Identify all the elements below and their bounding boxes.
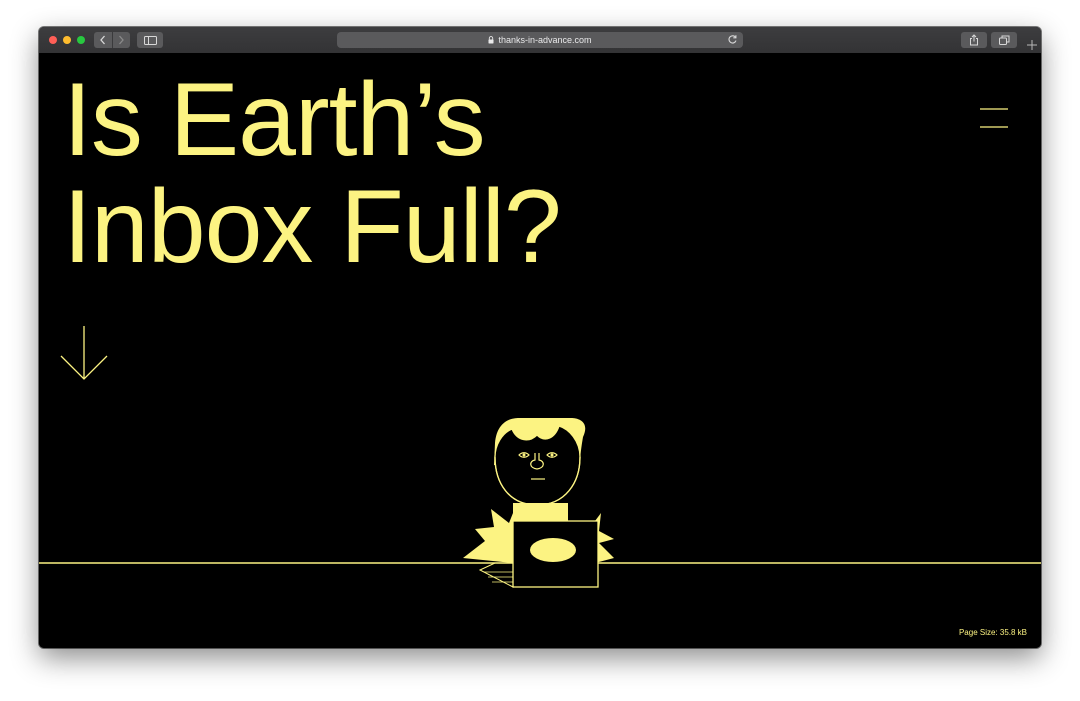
show-tabs-button[interactable] [991, 32, 1017, 48]
maximize-window-button[interactable] [77, 36, 85, 44]
reload-icon[interactable] [727, 34, 738, 47]
navigation-buttons [94, 32, 130, 48]
browser-toolbar: thanks-in-advance.com [39, 27, 1041, 54]
address-bar[interactable]: thanks-in-advance.com [337, 32, 743, 48]
new-tab-button[interactable] [1023, 34, 1041, 54]
back-button[interactable] [94, 32, 112, 48]
tabs-icon [998, 35, 1009, 45]
minimize-window-button[interactable] [63, 36, 71, 44]
url-text: thanks-in-advance.com [498, 35, 592, 45]
lock-icon [488, 36, 494, 44]
sidebar-toggle-button[interactable] [137, 32, 163, 48]
page-content: Is Earth’s Inbox Full? Page Size: 35.8 k… [39, 53, 1041, 648]
close-window-button[interactable] [49, 36, 57, 44]
new-tab-icon [1027, 40, 1037, 50]
character-illustration [39, 418, 1041, 588]
page-size-label: Page Size: 35.8 kB [958, 628, 1027, 637]
down-arrow-icon[interactable] [59, 324, 109, 382]
browser-window: thanks-in-advance.com Is Earth’s Inbox F… [39, 27, 1041, 648]
forward-button[interactable] [111, 32, 131, 48]
share-icon [970, 34, 978, 46]
sidebar-icon [143, 35, 157, 45]
back-icon [99, 35, 105, 45]
share-button[interactable] [961, 32, 987, 48]
forward-icon [119, 35, 125, 45]
page-title: Is Earth’s Inbox Full? [63, 62, 562, 285]
hamburger-menu-icon[interactable] [980, 107, 1008, 129]
headline-line-1: Is Earth’s [63, 62, 486, 178]
headline-line-2: Inbox Full? [63, 169, 562, 285]
